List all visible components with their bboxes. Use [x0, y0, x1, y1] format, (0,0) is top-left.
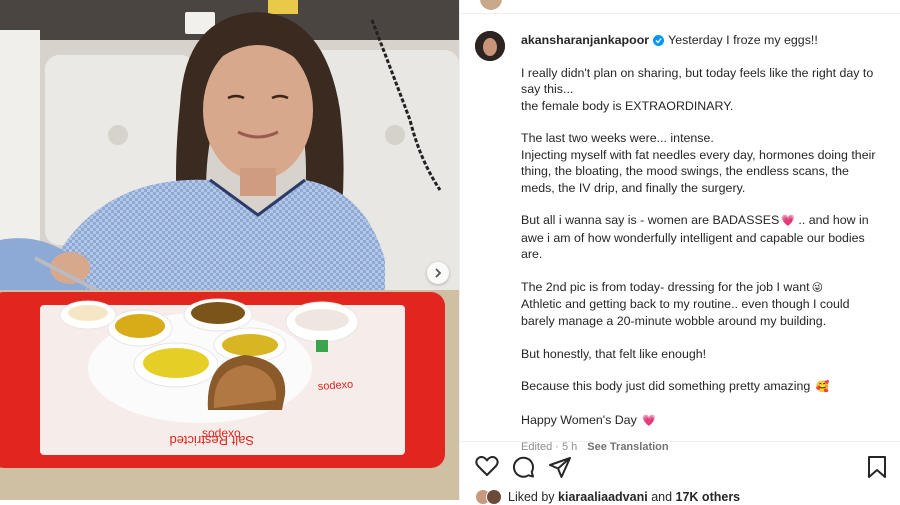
- heart-icon: [475, 455, 499, 476]
- caption-line: Happy Women's Day 💗: [521, 412, 891, 429]
- save-button[interactable]: [867, 455, 887, 484]
- winking-tongue-emoji: 😜: [811, 282, 824, 295]
- likes-others-link[interactable]: 17K others: [676, 490, 741, 504]
- likes-prefix: Liked by: [508, 490, 555, 504]
- comment-button[interactable]: [511, 455, 535, 484]
- caption-first-line: Yesterday I froze my eggs!!: [668, 33, 818, 47]
- caption-text: .. and how in: [798, 213, 869, 228]
- action-bar: [475, 455, 890, 479]
- next-image-button[interactable]: [427, 262, 449, 284]
- chevron-right-icon: [435, 268, 442, 278]
- caption-line: I really didn't plan on sharing, but tod…: [521, 65, 874, 80]
- save-icon: [868, 456, 886, 478]
- caption-line: meds, the IV drip, and finally the surge…: [521, 180, 746, 195]
- caption-line: awe i am of how wonderfully intelligent …: [521, 230, 865, 245]
- caption-line: the female body is EXTRAORDINARY.: [521, 98, 734, 113]
- comment-icon: [512, 456, 534, 478]
- caption-line: thing, the bloating, the mood swings, th…: [521, 164, 849, 179]
- divider: [460, 441, 900, 442]
- caption-line: Athletic and getting back to my routine.…: [521, 297, 850, 312]
- pink-heart-emoji: 💗: [781, 215, 795, 228]
- caption: akansharanjankapoor Yesterday I froze my…: [521, 32, 891, 455]
- likes-middle: and: [651, 490, 673, 504]
- caption-line: But all i wanna say is - women are BADAS…: [521, 212, 891, 229]
- caption-line: Because this body just did something pre…: [521, 378, 891, 395]
- pink-heart-emoji: 💗: [642, 415, 656, 428]
- caption-head: akansharanjankapoor Yesterday I froze my…: [521, 32, 891, 48]
- caption-line: Injecting myself with fat needles every …: [521, 147, 876, 162]
- tray-brand-bottom: sodexo: [202, 426, 241, 440]
- verified-badge-icon: [653, 34, 665, 46]
- caption-text: The 2nd pic is from today- dressing for …: [521, 280, 810, 295]
- edited-label: Edited: [521, 440, 553, 453]
- time-ago[interactable]: 5 h: [562, 441, 577, 453]
- caption-text: Because this body just did something pre…: [521, 379, 811, 394]
- like-button[interactable]: [475, 455, 499, 482]
- post-side-panel: akansharanjankapoor Yesterday I froze my…: [459, 0, 900, 505]
- smiling-hearts-emoji: 🥰: [815, 381, 830, 394]
- post-photo[interactable]: Salt Restricted sodexo sodexo: [0, 0, 459, 500]
- liker-avatar[interactable]: [486, 489, 502, 505]
- post-image: Salt Restricted sodexo sodexo: [0, 0, 459, 500]
- likes-summary: Liked by kiaraaliaadvani and 17K others: [475, 489, 740, 505]
- caption-text: But all i wanna say is - women are BADAS…: [521, 213, 780, 228]
- avatar[interactable]: [475, 31, 505, 61]
- caption-line: barely manage a 20-minute wobble around …: [521, 313, 827, 328]
- share-button[interactable]: [548, 455, 572, 484]
- meta-dot: ·: [555, 440, 559, 453]
- share-icon: [549, 457, 571, 478]
- caption-line: The 2nd pic is from today- dressing for …: [521, 279, 891, 296]
- liker-username-link[interactable]: kiaraaliaadvani: [558, 490, 648, 504]
- caption-line: are.: [521, 247, 543, 262]
- header-sliver: [460, 0, 900, 14]
- header-avatar[interactable]: [480, 0, 502, 10]
- caption-line: The last two weeks were... intense.: [521, 131, 714, 146]
- username-link[interactable]: akansharanjankapoor: [521, 32, 649, 48]
- caption-text: Happy Women's Day: [521, 413, 637, 428]
- tray-brand-right: sodexo: [317, 379, 353, 393]
- caption-line: But honestly, that felt like enough!: [521, 346, 707, 361]
- caption-line: say this...: [521, 82, 574, 97]
- avatar-image: [475, 31, 505, 61]
